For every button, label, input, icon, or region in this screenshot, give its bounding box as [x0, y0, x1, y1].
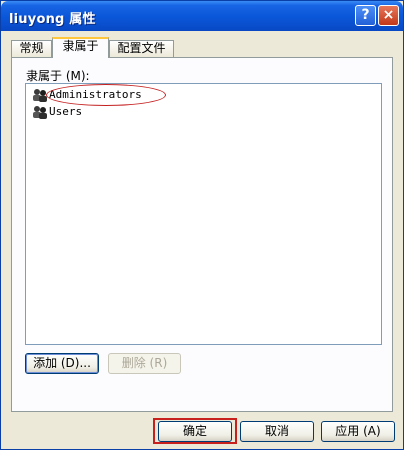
- help-icon: ?: [361, 7, 370, 23]
- apply-button[interactable]: 应用 (A): [321, 421, 395, 442]
- tab-profile[interactable]: 配置文件: [109, 40, 174, 57]
- add-button[interactable]: 添加 (D)...: [25, 353, 99, 374]
- title-bar[interactable]: liuyong 属性 ? ×: [1, 1, 403, 31]
- close-icon: ×: [382, 7, 395, 23]
- help-button[interactable]: ?: [355, 5, 376, 26]
- tab-member-of[interactable]: 隶属于: [52, 37, 109, 58]
- close-button[interactable]: ×: [378, 5, 399, 26]
- tab-general[interactable]: 常规: [11, 40, 52, 57]
- group-icon: [33, 106, 47, 119]
- cancel-button[interactable]: 取消: [240, 421, 314, 442]
- member-of-label: 隶属于 (M):: [26, 69, 90, 83]
- group-list[interactable]: Administrators Users: [25, 83, 382, 345]
- group-name: Users: [49, 105, 83, 118]
- remove-button[interactable]: 删除 (R): [108, 353, 181, 374]
- highlight-annotation: [46, 84, 166, 106]
- window-title: liuyong 属性: [9, 12, 96, 27]
- ok-button[interactable]: 确定: [158, 421, 232, 442]
- properties-dialog: liuyong 属性 ? × 常规 隶属于 配置文件 隶属于 (M): Admi…: [0, 0, 404, 450]
